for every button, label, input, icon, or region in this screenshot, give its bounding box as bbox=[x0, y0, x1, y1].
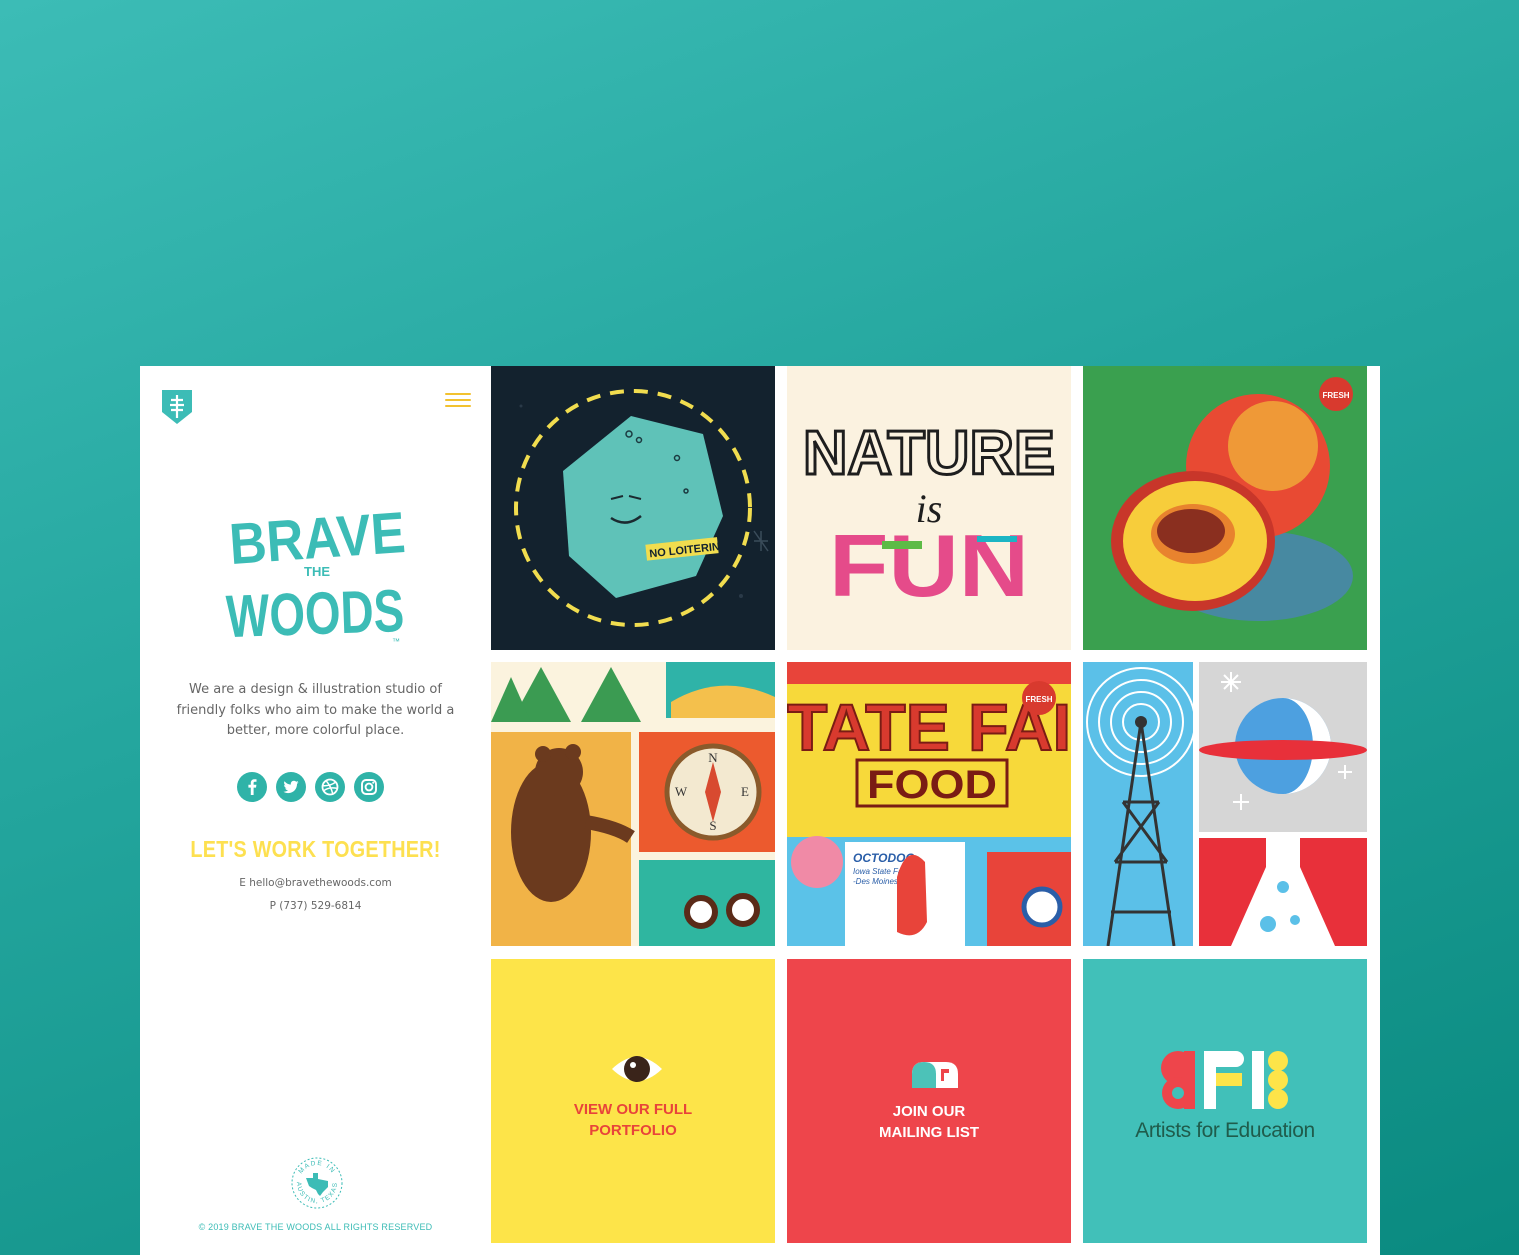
afe-name: Artists for Education bbox=[1135, 1119, 1315, 1142]
svg-text:MADE IN: MADE IN bbox=[297, 1160, 336, 1175]
fair-fresh-badge: FRESH bbox=[1025, 695, 1052, 704]
tile-rock-no-loitering[interactable]: NO LOITERIN bbox=[491, 366, 775, 650]
fresh-badge: FRESH bbox=[1322, 391, 1349, 400]
lets-work-together-heading[interactable]: LET'S WORK TOGETHER! bbox=[165, 836, 467, 863]
dribbble-icon[interactable] bbox=[315, 772, 345, 802]
contact-email[interactable]: E hello@bravethewoods.com bbox=[140, 877, 491, 889]
instagram-icon[interactable] bbox=[354, 772, 384, 802]
texas-icon bbox=[306, 1173, 328, 1196]
hamburger-menu-icon[interactable] bbox=[445, 393, 471, 411]
octodog-sub2: -Des Moines bbox=[853, 877, 898, 886]
tile-bear-compass[interactable]: N W E S bbox=[491, 662, 775, 946]
copyright: © 2019 BRAVE THE WOODS ALL RIGHTS RESERV… bbox=[198, 1222, 433, 1232]
compass-s: S bbox=[709, 818, 716, 833]
made-in-austin-badge: MADE IN AUSTIN, TEXAS bbox=[291, 1157, 343, 1209]
twitter-icon[interactable] bbox=[276, 772, 306, 802]
studio-tagline: We are a design & illustration studio of… bbox=[176, 682, 455, 738]
afe-logo-icon bbox=[1161, 1051, 1288, 1109]
shield-tree-icon[interactable] bbox=[160, 388, 194, 426]
logo-woods: WOODS bbox=[225, 577, 405, 644]
sidebar: BRAVE THE WOODS ™ We are a design & illu… bbox=[140, 366, 491, 1255]
badge-made-in: MADE IN bbox=[297, 1160, 335, 1175]
compass-n: N bbox=[708, 750, 718, 765]
tile-state-fair-food[interactable]: TATE FAI FOOD OCTODOG Iowa State Fair -D… bbox=[787, 662, 1071, 946]
mailing-list-link[interactable]: JOIN OUR MAILING LIST bbox=[787, 959, 1071, 1243]
facebook-icon[interactable] bbox=[237, 772, 267, 802]
eye-icon bbox=[612, 1056, 662, 1082]
mailing-line2: MAILING LIST bbox=[879, 1124, 979, 1141]
artists-for-education-link[interactable]: Artists for Education bbox=[1083, 959, 1367, 1243]
compass-e: E bbox=[741, 784, 749, 799]
tile-fresh-peach[interactable]: FRESH bbox=[1083, 366, 1367, 650]
mailing-line1: JOIN OUR bbox=[892, 1103, 966, 1120]
portfolio-line2: PORTFOLIO bbox=[589, 1122, 677, 1139]
logo-the: THE bbox=[304, 564, 330, 579]
compass-w: W bbox=[675, 784, 688, 799]
brave-the-woods-logo[interactable]: BRAVE THE WOODS ™ bbox=[222, 494, 412, 644]
site-frame: BRAVE THE WOODS ™ We are a design & illu… bbox=[140, 366, 1380, 1255]
mailbox-icon bbox=[912, 1062, 958, 1088]
tile-nature-is-fun[interactable]: NATURE is FUN bbox=[787, 366, 1071, 650]
tile-radio-planet[interactable] bbox=[1083, 662, 1367, 946]
logo-tm: ™ bbox=[392, 637, 400, 644]
social-links bbox=[237, 772, 393, 804]
portfolio-line1: VIEW OUR FULL bbox=[573, 1101, 693, 1118]
nature-word: NATURE bbox=[803, 419, 1055, 488]
food-word: FOOD bbox=[867, 763, 997, 807]
contact-phone[interactable]: P (737) 529-6814 bbox=[140, 900, 491, 912]
fun-word: FUN bbox=[829, 516, 1029, 615]
portfolio-link[interactable]: VIEW OUR FULL PORTFOLIO bbox=[491, 959, 775, 1243]
